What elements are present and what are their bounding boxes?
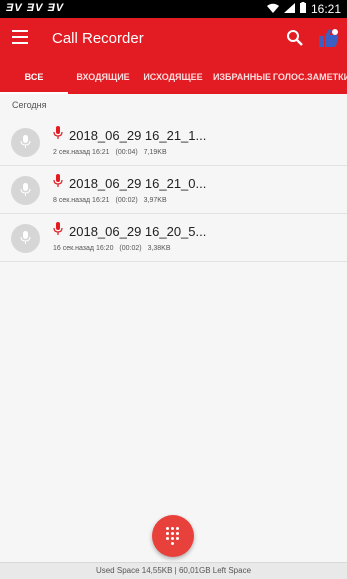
microphone-icon [53, 222, 63, 241]
tab-voice-notes[interactable]: ГОЛОС.ЗАМЕТКИ [273, 60, 347, 94]
tab-outgoing[interactable]: ИСХОДЯЩЕЕ [138, 60, 208, 94]
section-header-today: Сегодня [12, 100, 47, 110]
recording-duration: (00:02) [119, 245, 142, 252]
recording-size: 7,19KB [143, 149, 167, 156]
signal-icon [283, 2, 295, 16]
recording-name: 2018_06_29 16_21_0... [69, 176, 207, 191]
tab-favorites[interactable]: ИЗБРАННЫЕ [208, 60, 276, 94]
status-time: 16:21 [310, 2, 341, 16]
recordings-list: 2018_06_29 16_21_1... 2 сек.назад 16:21 … [0, 118, 347, 262]
dialpad-icon [166, 527, 180, 545]
recording-time: 8 сек.назад 16:21 [53, 197, 110, 204]
menu-icon[interactable] [12, 30, 28, 44]
storage-footer: Used Space 14,55KB | 60,01GB Left Space [0, 562, 347, 579]
search-icon[interactable] [285, 28, 305, 48]
recording-duration: (00:04) [115, 149, 138, 156]
status-bar: ƎV ƎV ƎV 16:21 [0, 0, 347, 18]
contact-avatar[interactable] [11, 176, 40, 205]
recording-meta: 2 сек.назад 16:21 (00:04) 7,19KB [53, 149, 171, 156]
thumbs-up-icon[interactable] [318, 27, 340, 49]
contact-avatar[interactable] [11, 224, 40, 253]
app-title: Call Recorder [52, 30, 144, 47]
tab-all[interactable]: ВСЕ [0, 60, 68, 94]
contact-avatar[interactable] [11, 128, 40, 157]
recording-name: 2018_06_29 16_21_1... [69, 128, 207, 143]
notification-icons: ƎV ƎV ƎV [6, 2, 65, 14]
wifi-icon [266, 2, 279, 16]
recording-size: 3,97KB [143, 197, 167, 204]
recording-time: 2 сек.назад 16:21 [53, 149, 110, 156]
recording-time: 16 сек.назад 16:20 [53, 245, 114, 252]
recording-duration: (00:02) [115, 197, 138, 204]
recording-meta: 16 сек.назад 16:20 (00:02) 3,38KB [53, 245, 175, 252]
tab-incoming[interactable]: ВХОДЯЩИЕ [68, 60, 138, 94]
microphone-icon [53, 126, 63, 145]
recording-meta: 8 сек.назад 16:21 (00:02) 3,97KB [53, 197, 171, 204]
recording-row[interactable]: 2018_06_29 16_21_0... 8 сек.назад 16:21 … [0, 166, 347, 214]
app-bar: Call Recorder [0, 18, 347, 60]
recording-row[interactable]: 2018_06_29 16_21_1... 2 сек.назад 16:21 … [0, 118, 347, 166]
dialpad-button[interactable] [152, 515, 194, 557]
recording-name: 2018_06_29 16_20_5... [69, 224, 207, 239]
tab-bar: ВСЕ ВХОДЯЩИЕ ИСХОДЯЩЕЕ ИЗБРАННЫЕ ГОЛОС.З… [0, 60, 347, 94]
recording-size: 3,38KB [147, 245, 171, 252]
battery-icon [299, 2, 306, 16]
recording-row[interactable]: 2018_06_29 16_20_5... 16 сек.назад 16:20… [0, 214, 347, 262]
microphone-icon [53, 174, 63, 193]
